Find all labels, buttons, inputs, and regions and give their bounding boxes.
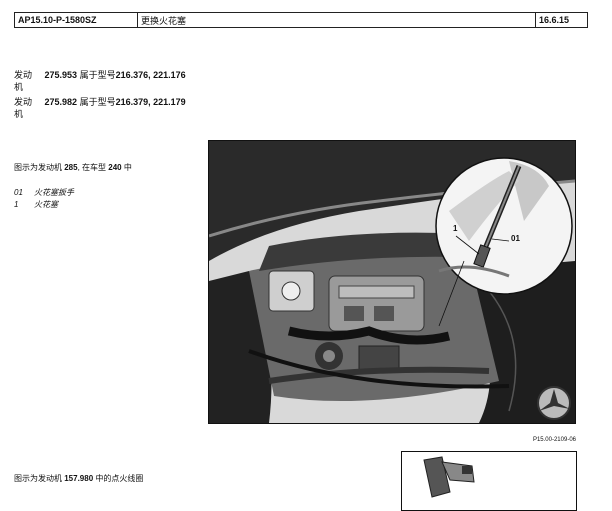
engine-label-cont: 机 [14, 82, 24, 92]
document-date: 16.6.15 [539, 15, 570, 25]
document-code: AP15.10-P-1580SZ [15, 13, 138, 27]
caption-suffix: 中 [123, 163, 132, 172]
model-list: 216.376, 221.176 [115, 70, 186, 80]
model-text: 属于型号 [79, 70, 116, 80]
caption-prefix: 图示为发动机 [14, 474, 62, 483]
caption-engine: 285 [64, 163, 78, 172]
engine-label-cont: 机 [14, 109, 24, 119]
ignition-coil-illustration [402, 452, 576, 510]
caption-suffix: 中的点火线圈 [95, 474, 144, 483]
figure2-caption: 图示为发动机 157.980 中的点火线圈 [14, 473, 143, 484]
legend-num: 01 [14, 188, 23, 197]
caption-vehicle: 240 [108, 163, 122, 172]
engine-code: 275.953 [44, 70, 78, 80]
caption-prefix: 图示为发动机 [14, 163, 62, 172]
engine-label: 发动 [14, 70, 33, 80]
figure1-caption: 图示为发动机 285, 在车型 240 中 [14, 162, 132, 173]
callout-01: 01 [511, 234, 520, 243]
document-title: 更换火花塞 [138, 13, 536, 27]
legend-text: 火花塞 [34, 200, 58, 209]
engine-label: 发动 [14, 97, 33, 107]
engine-applicability-2: 发动 275.982 属于型号216.379, 221.179 机 [14, 96, 186, 120]
legend-item: 01 火花塞扳手 [14, 187, 74, 199]
engine-bay-figure: 1 01 [208, 140, 576, 424]
engine-code: 275.982 [44, 97, 78, 107]
engine-bay-illustration [209, 141, 575, 423]
model-text: 属于型号 [79, 97, 116, 107]
caption-engine: 157.980 [64, 474, 94, 483]
callout-1: 1 [453, 224, 458, 233]
caption-mid: , 在车型 [77, 163, 107, 172]
model-list: 216.379, 221.179 [115, 97, 186, 107]
engine-applicability-1: 发动 275.953 属于型号216.376, 221.176 机 [14, 69, 186, 93]
figure-reference: P15.00-2109-06 [532, 437, 576, 443]
document-header: AP15.10-P-1580SZ 更换火花塞 16.6.15 [14, 12, 588, 28]
legend-item: 1 火花塞 [14, 199, 74, 211]
legend-text: 火花塞扳手 [34, 188, 74, 197]
figure1-legend: 01 火花塞扳手 1 火花塞 [14, 187, 74, 211]
legend-num: 1 [14, 200, 19, 209]
ignition-coil-figure [401, 451, 577, 511]
